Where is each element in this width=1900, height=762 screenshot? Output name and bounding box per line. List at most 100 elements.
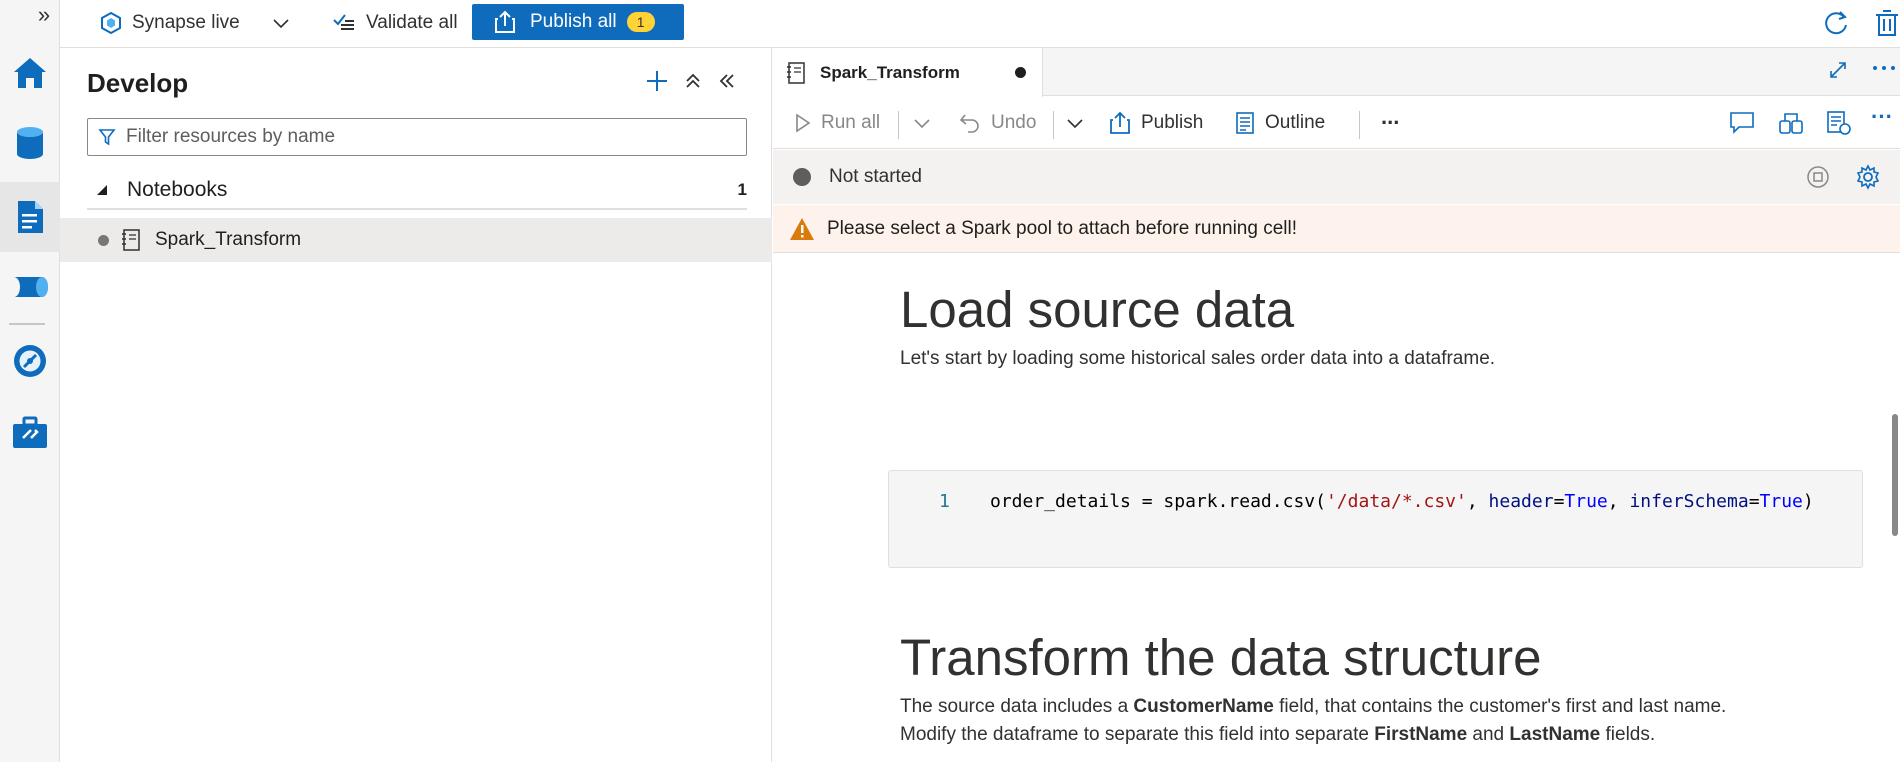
publish-all-button[interactable]: Publish all 1	[472, 4, 684, 40]
undo-label: Undo	[991, 112, 1037, 133]
top-toolbar: Synapse live Validate all Publish all 1	[60, 0, 1900, 48]
outline-icon	[1235, 111, 1255, 135]
expand-nav-icon[interactable]: »	[30, 4, 58, 28]
run-options-dropdown[interactable]	[913, 107, 931, 139]
outline-button[interactable]: Outline	[1235, 107, 1325, 139]
rail-divider	[9, 323, 45, 325]
publish-label: Publish	[1141, 112, 1204, 133]
collapse-all-button[interactable]	[680, 66, 706, 96]
tab-more-icon[interactable]	[1871, 56, 1897, 76]
more-options-button[interactable]: ...	[1381, 101, 1399, 133]
code-true: True	[1564, 491, 1608, 512]
scrollbar-thumb[interactable]	[1892, 414, 1898, 536]
left-nav-rail: »	[0, 0, 60, 762]
manage-icon[interactable]	[0, 398, 60, 468]
validate-all-button[interactable]: Validate all	[332, 6, 458, 40]
text-run: field, that contains the customer's firs…	[1273, 696, 1727, 717]
workspace-selector[interactable]: Synapse live	[100, 6, 240, 40]
unsaved-dot-icon	[98, 234, 109, 246]
data-icon[interactable]	[0, 108, 60, 178]
chevron-down-icon	[273, 19, 289, 29]
tab-label: Spark_Transform	[820, 62, 960, 82]
maximize-icon[interactable]	[1828, 60, 1848, 80]
run-all-label: Run all	[821, 112, 881, 133]
field-name-lastname: LastName	[1509, 724, 1601, 745]
publish-button[interactable]: Publish	[1109, 107, 1203, 139]
double-chevron-left-icon	[719, 74, 734, 88]
double-chevron-up-icon	[686, 73, 700, 88]
validate-all-label: Validate all	[366, 12, 458, 33]
workspace-label: Synapse live	[132, 12, 240, 33]
tab-spark-transform[interactable]: Spark_Transform	[773, 48, 1043, 97]
notebooks-section-header[interactable]: Notebooks 1	[87, 172, 747, 210]
cell-paragraph-transform-2: Modify the dataframe to separate this fi…	[900, 720, 1655, 749]
comments-icon[interactable]	[1729, 107, 1755, 139]
publish-all-label: Publish all	[530, 11, 617, 32]
refresh-icon[interactable]	[1822, 6, 1850, 40]
discard-all-icon[interactable]	[1874, 6, 1900, 40]
develop-panel: Develop Filter resources by name Noteboo…	[60, 48, 772, 762]
session-settings-icon[interactable]	[1855, 164, 1881, 190]
cell-heading-transform: Transform the data structure	[900, 629, 1542, 686]
text-run: fields.	[1600, 724, 1656, 745]
toolbar-divider	[1053, 111, 1054, 139]
notebook-editor: Spark_Transform Run all Undo Publish Out…	[773, 48, 1900, 762]
text-run: and	[1467, 724, 1510, 745]
caret-expanded-icon	[95, 183, 109, 197]
code-true: True	[1759, 491, 1803, 512]
properties-icon[interactable]	[1826, 107, 1852, 139]
text-run: The source data includes a	[900, 696, 1134, 717]
tree-item-spark-transform[interactable]: Spark_Transform	[60, 218, 772, 262]
code-param-header: header	[1488, 491, 1554, 512]
code-cell[interactable]: 1 order_details = spark.read.csv('/data/…	[888, 470, 1863, 568]
publish-icon	[494, 10, 516, 34]
outline-label: Outline	[1265, 112, 1326, 133]
session-status-bar: Not started	[773, 150, 1900, 204]
field-name-customername: CustomerName	[1133, 696, 1274, 717]
session-status-dot	[793, 168, 811, 186]
code-sep: ,	[1607, 491, 1630, 512]
develop-icon[interactable]	[0, 182, 60, 252]
notebook-icon	[786, 61, 806, 85]
publish-icon	[1109, 111, 1131, 135]
notebooks-count: 1	[737, 180, 747, 199]
tree-item-label: Spark_Transform	[155, 229, 302, 250]
validate-icon	[332, 12, 356, 34]
run-all-button[interactable]: Run all	[795, 107, 880, 139]
synapse-icon	[100, 12, 122, 34]
collapse-panel-button[interactable]	[714, 66, 740, 96]
cell-heading-load-source: Load source data	[900, 281, 1295, 338]
editor-scrollbar[interactable]	[1890, 254, 1900, 762]
text-run: Modify the dataframe to separate this fi…	[900, 724, 1375, 745]
warning-text: Please select a Spark pool to attach bef…	[827, 217, 1298, 239]
code-eq: =	[1748, 491, 1760, 512]
code-param-inferschema: inferSchema	[1629, 491, 1749, 512]
undo-options-dropdown[interactable]	[1066, 107, 1084, 139]
toolbar-overflow-icon[interactable]: ···	[1871, 101, 1893, 133]
unsaved-changes-dot	[1015, 67, 1026, 78]
code-var: order_details	[990, 491, 1131, 512]
code-line[interactable]: order_details = spark.read.csv('/data/*.…	[990, 491, 1814, 512]
notebook-icon	[121, 228, 141, 252]
code-sep: ,	[1466, 491, 1489, 512]
code-string: '/data/*.csv'	[1325, 491, 1467, 512]
undo-button[interactable]: Undo	[959, 107, 1036, 139]
field-name-firstname: FirstName	[1374, 724, 1468, 745]
workspace-dropdown-chevron[interactable]	[272, 6, 290, 40]
add-resource-button[interactable]	[642, 66, 672, 96]
toolbar-divider	[1359, 111, 1360, 139]
notebooks-section-label: Notebooks	[127, 178, 228, 201]
play-icon	[795, 113, 811, 133]
monitor-icon[interactable]	[0, 326, 60, 396]
notebook-cells: Load source data Let's start by loading …	[773, 254, 1900, 762]
code-call: = spark.read.csv(	[1130, 491, 1326, 512]
warning-icon	[789, 217, 815, 241]
pending-changes-badge: 1	[626, 12, 655, 32]
code-eq: =	[1553, 491, 1565, 512]
integrate-icon[interactable]	[0, 252, 60, 322]
filter-resources-input[interactable]: Filter resources by name	[87, 118, 747, 156]
home-icon[interactable]	[0, 38, 60, 108]
stop-session-icon[interactable]	[1806, 165, 1830, 189]
variables-icon[interactable]	[1777, 107, 1805, 139]
filter-icon	[98, 128, 116, 146]
